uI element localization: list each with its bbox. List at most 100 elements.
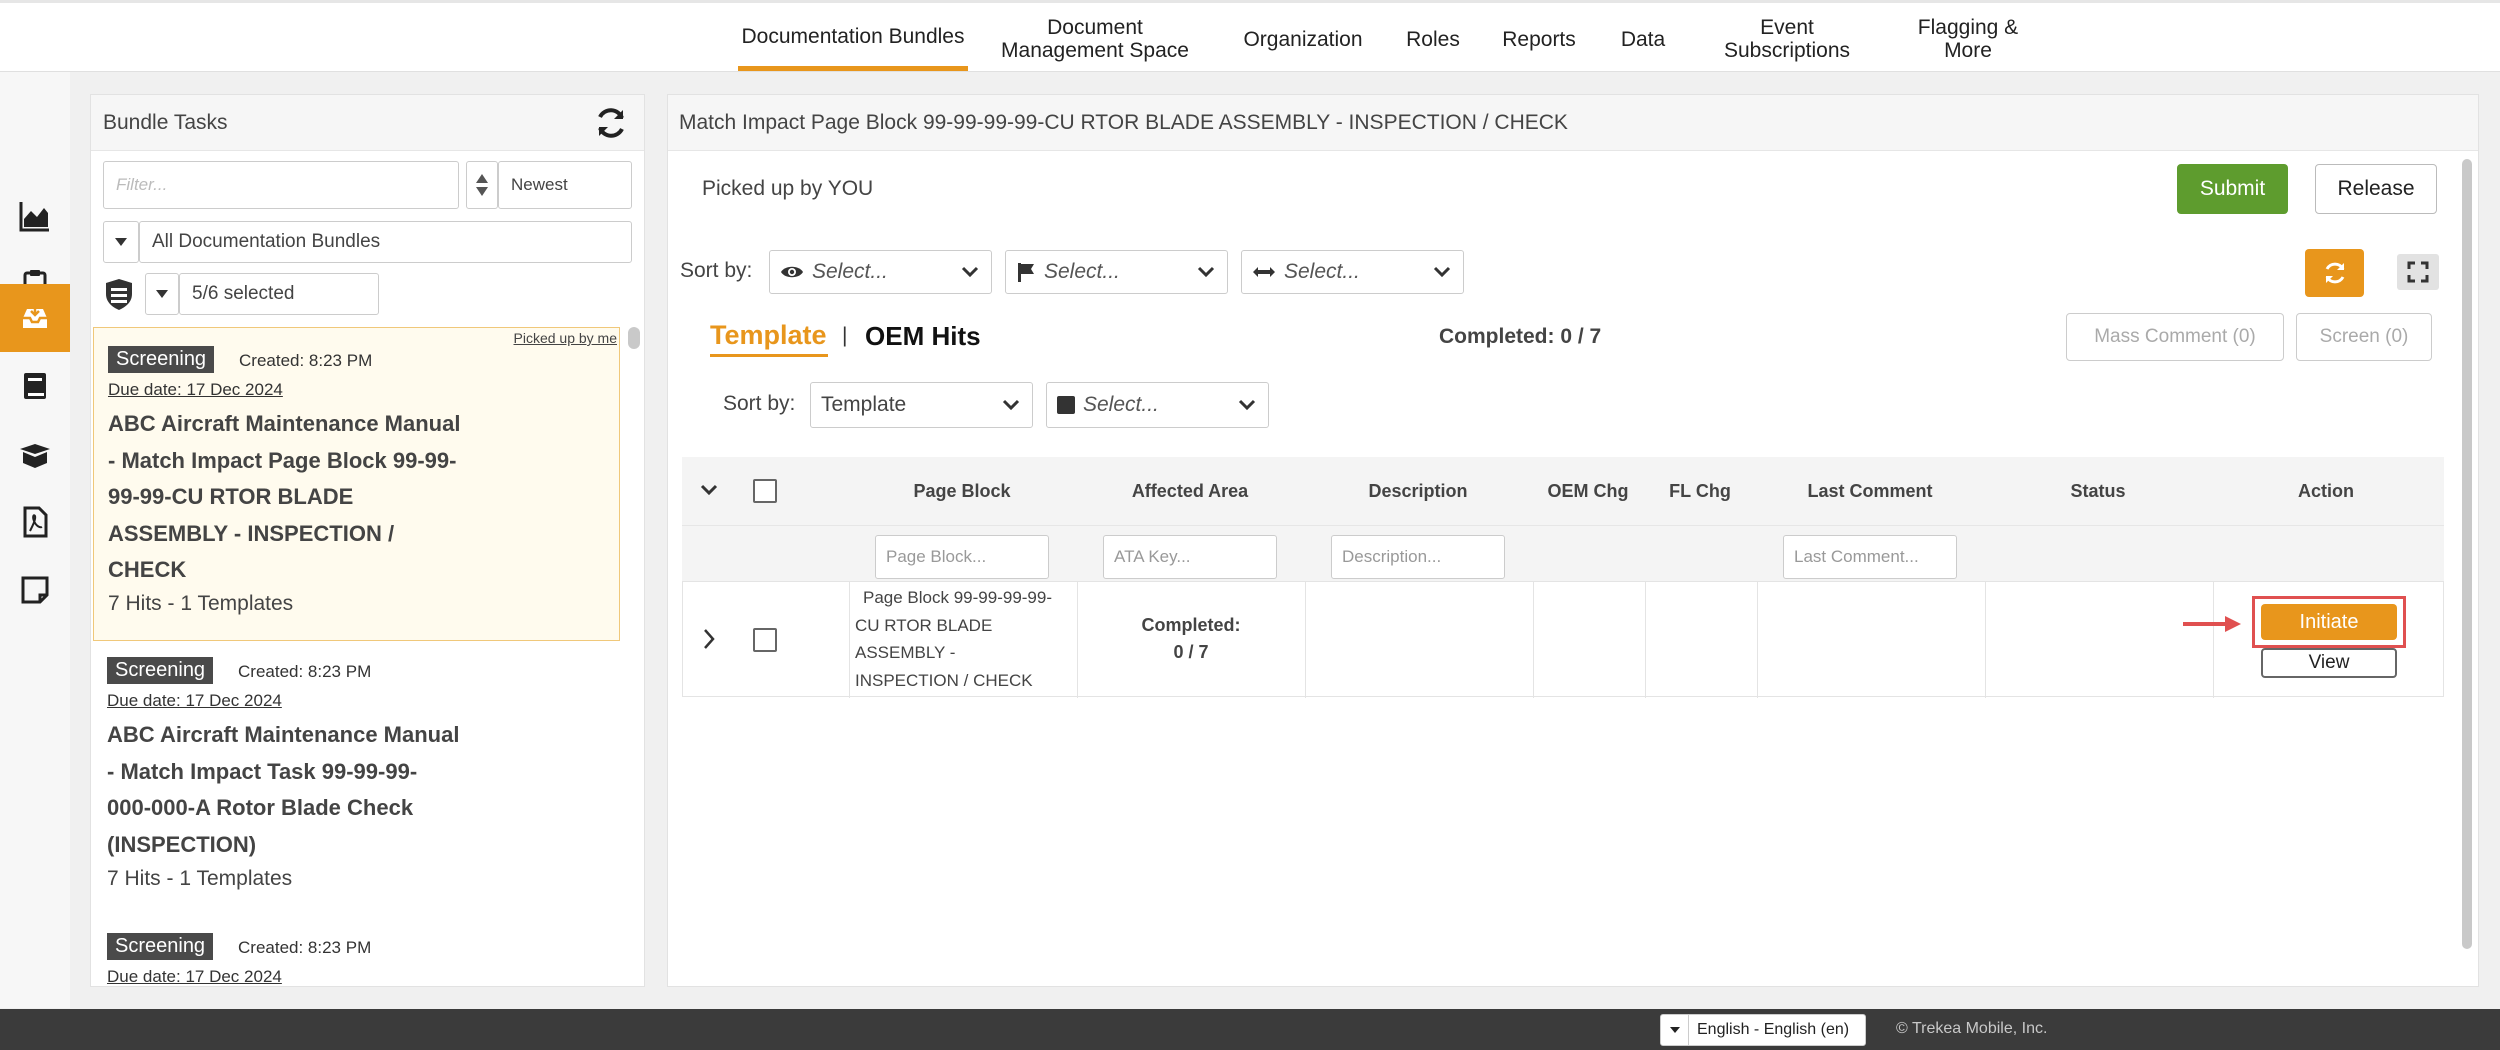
select-all-checkbox[interactable]: [753, 479, 777, 503]
main-scrollbar[interactable]: [2462, 159, 2472, 949]
column-oem-chg[interactable]: OEM Chg: [1532, 457, 1644, 525]
page-block-line: ASSEMBLY -: [855, 643, 956, 662]
status-badge: Screening: [107, 657, 214, 684]
chevron-down-icon: [1238, 399, 1256, 411]
task-title-line: - Match Impact Task 99-99-99-: [107, 758, 418, 784]
chevron-down-icon[interactable]: [145, 273, 179, 315]
release-button[interactable]: Release: [2315, 164, 2437, 214]
chevron-down-icon[interactable]: [103, 221, 139, 263]
chart-icon[interactable]: [0, 182, 70, 250]
nav-document-management-space[interactable]: Document Management Space: [990, 7, 1200, 71]
main-header: Match Impact Page Block 99-99-99-99-CU R…: [668, 95, 2478, 151]
screen-button[interactable]: Screen (0): [2296, 313, 2432, 361]
nav-organization[interactable]: Organization: [1232, 7, 1374, 71]
status-badge: Screening: [107, 933, 214, 960]
status-badge: Screening: [108, 346, 215, 373]
column-page-block[interactable]: Page Block: [848, 457, 1076, 525]
task-card[interactable]: Picked up by me Screening Created: 8:23 …: [93, 327, 620, 641]
task-title-line: CHECK: [108, 557, 187, 582]
left-rail: [0, 72, 70, 1008]
arrows-horizontal-icon: [1253, 267, 1275, 277]
mass-comment-button[interactable]: Mass Comment (0): [2066, 313, 2284, 361]
nav-documentation-bundles[interactable]: Documentation Bundles: [738, 7, 968, 71]
tab-template[interactable]: Template: [710, 320, 827, 351]
sort-select-value: Template: [821, 393, 907, 416]
task-title: ABC Aircraft Maintenance Manual - Match …: [107, 717, 507, 863]
nav-data[interactable]: Data: [1612, 7, 1674, 71]
inbox-icon[interactable]: [0, 284, 70, 352]
filter-input[interactable]: Filter...: [103, 161, 459, 209]
column-status[interactable]: Status: [1984, 457, 2212, 525]
task-card[interactable]: Screening Created: 8:23 PM Due date: 17 …: [93, 643, 620, 913]
last-comment-filter[interactable]: Last Comment...: [1783, 535, 1957, 579]
column-affected-area[interactable]: Affected Area: [1076, 457, 1304, 525]
page-title: Match Impact Page Block 99-99-99-99-CU R…: [679, 111, 1568, 134]
refresh-icon[interactable]: [592, 104, 630, 142]
book-icon[interactable]: [0, 352, 70, 420]
bundle-select[interactable]: All Documentation Bundles: [139, 221, 632, 263]
chevron-right-icon[interactable]: [703, 628, 715, 650]
box-icon[interactable]: [0, 420, 70, 488]
task-hits: 7 Hits - 1 Templates: [107, 867, 293, 890]
submit-button[interactable]: Submit: [2177, 164, 2288, 214]
status-select[interactable]: 5/6 selected: [179, 273, 379, 315]
eye-icon: [781, 266, 803, 278]
due-date: Due date: 17 Dec 2024: [107, 691, 282, 710]
initiate-button[interactable]: Initiate: [2261, 604, 2397, 640]
sort-direction-select[interactable]: Select...: [1241, 250, 1464, 294]
task-title-line: ABC Aircraft Maintenance Manual: [107, 722, 460, 747]
affected-area-cell: Completed: 0 / 7: [1077, 612, 1305, 666]
sort-visibility-select[interactable]: Select...: [769, 250, 992, 294]
ata-key-filter[interactable]: ATA Key...: [1103, 535, 1277, 579]
completed-value: 0 / 7: [1560, 325, 1602, 348]
nav-event-subscriptions[interactable]: Event Subscriptions: [1712, 7, 1862, 71]
affected-completed-value: 0 / 7: [1173, 642, 1209, 662]
sort-select-value: Select...: [812, 260, 888, 283]
task-list-scrollbar[interactable]: [628, 327, 640, 349]
column-description[interactable]: Description: [1304, 457, 1532, 525]
chevron-down-icon: [1002, 399, 1020, 411]
language-select[interactable]: English - English (en): [1660, 1014, 1866, 1046]
bundle-tasks-title: Bundle Tasks: [103, 111, 228, 134]
nav-roles[interactable]: Roles: [1398, 7, 1468, 71]
description-filter[interactable]: Description...: [1331, 535, 1505, 579]
table-row[interactable]: Page Block 99-99-99-99- CU RTOR BLADE AS…: [682, 581, 2444, 698]
page-block-cell: Page Block 99-99-99-99- CU RTOR BLADE AS…: [855, 584, 1077, 694]
refresh-button[interactable]: [2305, 249, 2364, 297]
sort-flag-select[interactable]: Select...: [1005, 250, 1228, 294]
note-icon[interactable]: [0, 556, 70, 624]
nav-reports[interactable]: Reports: [1494, 7, 1584, 71]
pdf-icon[interactable]: [0, 488, 70, 556]
view-button[interactable]: View: [2261, 648, 2397, 678]
sort-color-select[interactable]: Select...: [1046, 382, 1269, 428]
sort-by-label: Sort by:: [723, 392, 796, 415]
task-title-line: (INSPECTION): [107, 831, 257, 857]
arrow-right-icon: [2183, 616, 2241, 632]
expand-icon: [2407, 261, 2429, 283]
completed-label: Completed:: [1439, 325, 1555, 348]
created-time: Created: 8:23 PM: [238, 938, 372, 957]
column-divider: [849, 582, 850, 698]
task-card[interactable]: Screening Created: 8:23 PM Due date: 17 …: [93, 919, 620, 986]
flag-icon: [1018, 263, 1034, 282]
sort-template-select[interactable]: Template: [810, 382, 1033, 428]
picked-up-status: Picked up by YOU: [702, 177, 874, 200]
fullscreen-button[interactable]: [2397, 254, 2439, 290]
page-block-filter[interactable]: Page Block...: [875, 535, 1049, 579]
tab-oem-hits[interactable]: OEM Hits: [865, 321, 981, 352]
column-last-comment[interactable]: Last Comment: [1756, 457, 1984, 525]
table-header-row: Page Block Affected Area Description OEM…: [682, 457, 2444, 525]
row-checkbox[interactable]: [753, 628, 777, 652]
page-block-line: INSPECTION / CHECK: [855, 670, 1033, 690]
task-title-line: ABC Aircraft Maintenance Manual: [108, 411, 461, 436]
refresh-icon: [2325, 262, 2344, 284]
footer: English - English (en) © Trekea Mobile, …: [0, 1009, 2500, 1050]
picked-up-by-me-link[interactable]: Picked up by me: [514, 330, 618, 346]
sort-direction-icon[interactable]: [466, 161, 498, 209]
copyright-text: © Trekea Mobile, Inc.: [1896, 1020, 2048, 1037]
nav-flagging-more[interactable]: Flagging & More: [1900, 7, 2036, 71]
column-fl-chg[interactable]: FL Chg: [1644, 457, 1756, 525]
sort-select[interactable]: Newest: [498, 161, 632, 209]
task-title-line: 000-000-A Rotor Blade Check: [107, 795, 414, 820]
chevron-down-icon[interactable]: [700, 483, 718, 497]
